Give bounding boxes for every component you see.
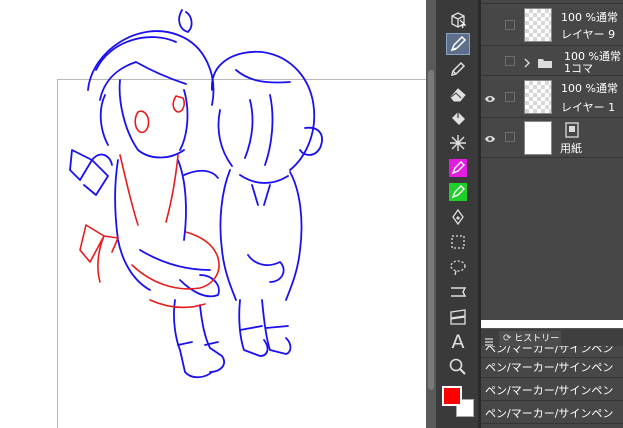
history-icon: ⟳ bbox=[503, 333, 512, 344]
main-color-swatch[interactable] bbox=[442, 386, 462, 406]
layer-blend-label: 100 %通常 bbox=[561, 82, 618, 95]
magenta-marker-icon[interactable] bbox=[446, 157, 470, 179]
history-item[interactable]: ペン/マーカー/サインペン bbox=[481, 404, 623, 424]
drawing-canvas[interactable] bbox=[0, 0, 426, 428]
tab-history[interactable]: ⟳ ヒストリー bbox=[499, 331, 561, 346]
chevron-right-icon[interactable] bbox=[522, 54, 532, 68]
history-tab-label: ヒストリー bbox=[514, 334, 560, 344]
fill-icon[interactable] bbox=[446, 107, 470, 129]
layer-name-label: レイヤー 1 bbox=[561, 101, 616, 114]
lasso-icon[interactable] bbox=[446, 256, 470, 278]
menu-icon[interactable] bbox=[484, 332, 494, 346]
vector-pen-icon[interactable] bbox=[446, 206, 470, 228]
layer-name-label: 1コマ bbox=[564, 62, 593, 75]
selection-pen-icon[interactable] bbox=[446, 231, 470, 253]
pencil-icon[interactable] bbox=[446, 58, 470, 80]
history-item[interactable]: ペン/マーカー/サインペン bbox=[481, 358, 623, 378]
layer-name-label: 用紙 bbox=[560, 142, 582, 155]
sparkle-icon[interactable] bbox=[446, 132, 470, 154]
blue-lineart bbox=[69, 9, 323, 379]
object-select-icon[interactable] bbox=[446, 9, 470, 31]
green-marker-icon[interactable] bbox=[446, 181, 470, 203]
layer-thumbnail bbox=[524, 8, 552, 42]
history-item[interactable]: ペン/マーカー/サインペン bbox=[481, 381, 623, 401]
layer-lock-toggle[interactable] bbox=[505, 92, 515, 102]
layer-name-label: レイヤー 9 bbox=[561, 28, 616, 41]
eye-icon[interactable] bbox=[484, 90, 496, 102]
canvas-scrollbar-thumb[interactable] bbox=[428, 70, 434, 390]
paper-layer-icon bbox=[565, 122, 579, 138]
text-icon[interactable]: A bbox=[446, 331, 470, 353]
red-lineart bbox=[79, 95, 220, 309]
history-item[interactable]: ペン/マーカー/サインペン bbox=[481, 346, 623, 358]
layer-row-paper[interactable] bbox=[481, 118, 623, 158]
zoom-icon[interactable] bbox=[446, 356, 470, 378]
paper-thumbnail bbox=[524, 121, 552, 155]
layer-blend-label: 100 %通常 bbox=[561, 11, 618, 24]
frame-icon[interactable] bbox=[446, 306, 470, 328]
folder-icon bbox=[537, 54, 553, 68]
layer-thumbnail bbox=[524, 80, 552, 114]
ruler-icon[interactable] bbox=[446, 281, 470, 303]
layer-lock-toggle[interactable] bbox=[505, 56, 515, 66]
eye-icon[interactable] bbox=[484, 130, 496, 142]
pen-icon[interactable] bbox=[446, 33, 470, 55]
text-tool-glyph: A bbox=[451, 331, 465, 353]
layer-lock-toggle[interactable] bbox=[505, 132, 515, 142]
layer-lock-toggle[interactable] bbox=[505, 20, 515, 30]
eraser-icon[interactable] bbox=[446, 83, 470, 105]
sketch-artwork bbox=[69, 9, 323, 379]
